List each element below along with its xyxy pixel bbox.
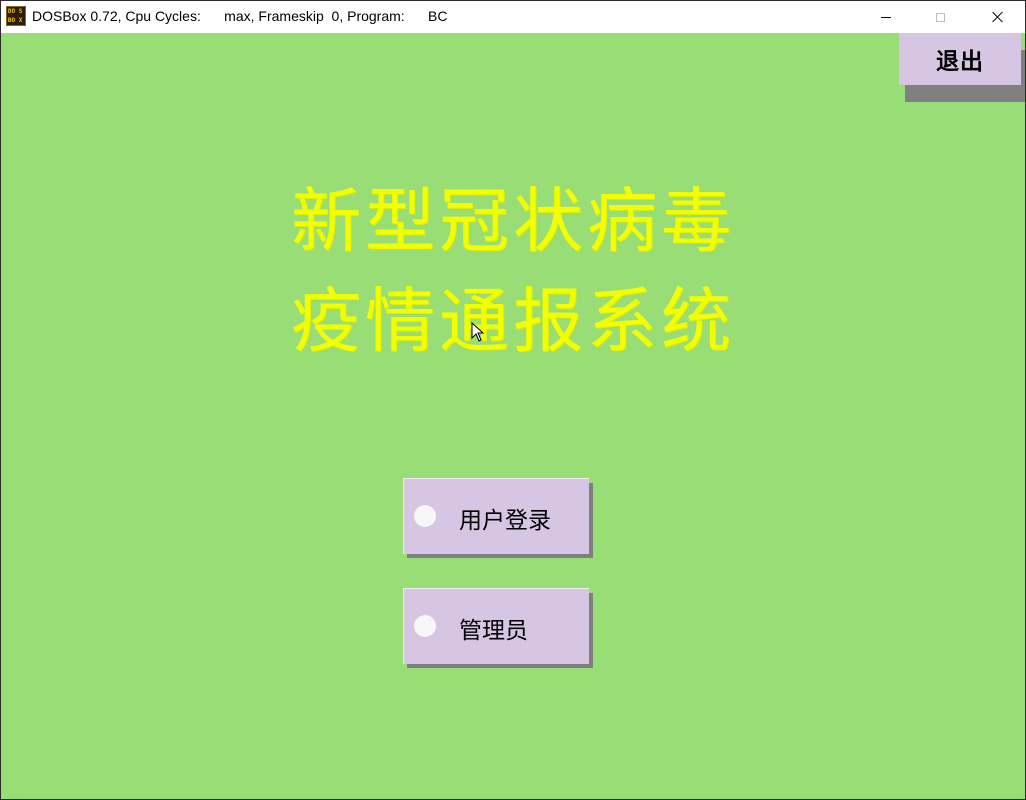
minimize-icon bbox=[881, 16, 891, 18]
user-login-button[interactable]: 用户登录 bbox=[403, 478, 589, 554]
admin-label: 管理员 bbox=[459, 618, 528, 644]
admin-radio-icon[interactable] bbox=[414, 615, 436, 637]
close-button[interactable] bbox=[975, 1, 1021, 33]
dos-screen[interactable]: 退出 新型冠状病毒 疫情通报系统 用户登录 管理员 bbox=[1, 33, 1025, 799]
dosbox-window: DO S BO X DOSBox 0.72, Cpu Cycles: max, … bbox=[0, 0, 1026, 800]
admin-button[interactable]: 管理员 bbox=[403, 588, 589, 664]
exit-button[interactable]: 退出 bbox=[899, 33, 1021, 85]
user-login-label: 用户登录 bbox=[459, 508, 551, 534]
minimize-button[interactable] bbox=[863, 1, 909, 33]
user-login-radio-icon[interactable] bbox=[414, 505, 436, 527]
system-title-line-2: 疫情通报系统 bbox=[291, 280, 735, 362]
icon-text-3: BO bbox=[7, 17, 16, 24]
system-title-line-1: 新型冠状病毒 bbox=[291, 180, 735, 262]
maximize-button[interactable] bbox=[917, 1, 963, 33]
close-icon bbox=[992, 11, 1004, 23]
title-bar[interactable]: DO S BO X DOSBox 0.72, Cpu Cycles: max, … bbox=[1, 1, 1025, 33]
icon-text-4: X bbox=[18, 17, 23, 24]
icon-text-1: DO bbox=[7, 8, 16, 15]
window-title: DOSBox 0.72, Cpu Cycles: max, Frameskip … bbox=[32, 8, 448, 24]
icon-text-2: S bbox=[18, 8, 23, 15]
maximize-icon bbox=[935, 12, 945, 22]
mouse-cursor-icon bbox=[471, 322, 485, 342]
dosbox-app-icon[interactable]: DO S BO X bbox=[6, 6, 26, 26]
